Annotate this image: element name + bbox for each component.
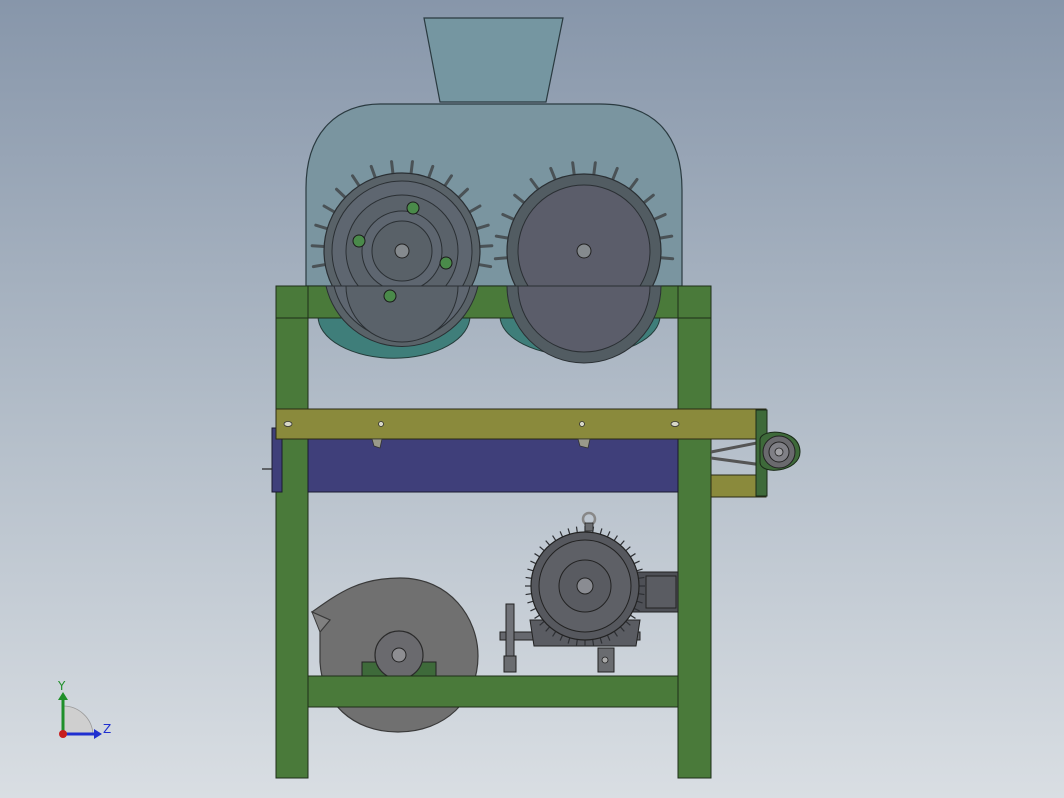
axis-z-label: Z [103,722,111,736]
roller-tooth [571,161,576,177]
conveyor-assembly[interactable] [262,408,801,498]
cad-viewport[interactable]: Y Z [0,0,1064,798]
machine-model[interactable]: Y Z [0,0,1064,798]
frame-bottom-beam [307,675,679,708]
support-frame[interactable] [275,285,712,779]
roller-tooth [310,244,326,248]
electric-motor[interactable] [499,511,679,673]
roller-tooth [592,161,597,177]
frame-right-post [677,285,712,779]
roller-tooth [409,160,414,176]
roller-tooth [658,234,674,240]
axis-y-label: Y [57,679,66,693]
roller-tooth [659,256,675,261]
roller-tooth [477,263,493,269]
axis-triad: Y Z [57,679,111,739]
conveyor-crossbar [275,408,767,440]
feed-hopper[interactable] [423,17,564,103]
roller-tooth [478,244,494,248]
frame-left-post [275,285,309,779]
conveyor-tube [307,437,679,493]
roller-tooth [494,234,510,240]
roller-tooth [390,160,395,176]
blower-fan-housing[interactable] [310,577,479,733]
roller-tooth [493,256,509,261]
roller-tooth [311,263,327,269]
